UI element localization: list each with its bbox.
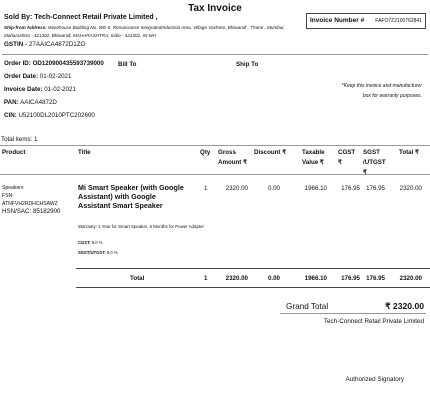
order-date-label: Order Date: (4, 73, 39, 80)
order-date: Order Date: 01-02-2021 (4, 73, 71, 80)
warranty-text: Warranty: 1 Year for Smart Speaker, 6 Mo… (78, 224, 205, 229)
grand-total-rule (280, 313, 426, 314)
grand-total-value: ₹ 2320.00 (385, 301, 424, 311)
table-top-rule (0, 145, 430, 146)
col-taxable: Taxable Value ₹ (302, 149, 325, 166)
cgst-rate: CGST: 9.0 % (78, 240, 102, 245)
totals-bottom-rule (76, 287, 430, 288)
total-items: Total items: 1 (1, 136, 38, 143)
cgst-rate-label: CGST: (78, 240, 91, 245)
totals-gross: 2320.00 (225, 275, 248, 282)
row-taxable: 1966.10 (304, 185, 327, 192)
cin-label: CIN: (4, 112, 17, 119)
table-header-rule (0, 174, 430, 175)
col-cgst: CGST ₹ (338, 149, 356, 166)
order-id: Order ID: OD120900435593739000 (4, 60, 104, 67)
gstin-label: GSTIN - (4, 41, 28, 48)
hsn: HSN/SAC: 85182900 (2, 208, 61, 215)
row-total: 2320.00 (399, 185, 422, 192)
invoice-number-box: Invoice Number # FAFO7Z2100762841 (306, 13, 426, 29)
ship-from-address: Ship-from Address: Warehouse Building No… (4, 24, 304, 40)
header-divider (2, 54, 428, 55)
invoice-date-label: Invoice Date: (4, 86, 43, 93)
col-title: Title (78, 149, 91, 156)
ship-to-label: Ship To (236, 61, 259, 68)
authorized-signatory: Authorized Signatory (345, 376, 404, 383)
totals-sgst: 176.95 (366, 275, 385, 282)
totals-label: Total (130, 275, 145, 282)
totals-cgst: 176.95 (341, 275, 360, 282)
col-qty: Qty (200, 149, 211, 156)
cgst-rate-value: 9.0 % (91, 240, 103, 245)
invoice-number-value: FAFO7Z2100762841 (375, 18, 422, 24)
gstin: GSTIN - 27AAICA4872D1ZO (4, 41, 86, 48)
totals-taxable: 1966.10 (304, 275, 327, 282)
sold-by: Sold By: Tech-Connect Retail Private Lim… (4, 14, 158, 21)
row-sgst: 176.95 (366, 185, 385, 192)
invoice-date-value: 01-02-2021 (44, 86, 76, 93)
bill-to-label: Bill To (118, 61, 137, 68)
sgst-rate: SGST/UTGST: 9.0 % (78, 250, 118, 255)
row-qty: 1 (204, 185, 208, 192)
pan-value: AAICA4872D (20, 99, 57, 106)
warranty-note: *Keep this invoice and manufacturer box … (341, 83, 422, 99)
order-date-value: 01-02-2021 (39, 73, 72, 80)
order-id-label: Order ID: (4, 60, 31, 67)
seller-name: Tech-Connect Retail Private Limited (323, 318, 424, 325)
cin-value: U52100DL2010PTC202600 (18, 112, 95, 119)
ship-from-value: Warehouse Building No. WE-II, Renaissanc… (4, 25, 285, 38)
totals-discount: 0.00 (267, 275, 280, 282)
sgst-rate-value: 9.0 % (106, 250, 118, 255)
row-cgst: 176.95 (341, 185, 360, 192)
order-id-value: OD120900435593739000 (32, 60, 104, 67)
invoice-number-label: Invoice Number # (310, 17, 365, 24)
product-title: Mi Smart Speaker (with Google Assistant)… (78, 183, 184, 211)
row-discount: 0.00 (267, 185, 280, 192)
invoice-date: Invoice Date: 01-02-2021 (4, 86, 76, 93)
fsn-value: ATNFVH2RDHCHSAWZ (2, 201, 58, 207)
product-category: Speakers (2, 185, 24, 191)
product-info: Speakers FSN: ATNFVH2RDHCHSAWZ HSN/SAC: … (2, 184, 60, 216)
pan-label: PAN: (4, 99, 19, 106)
col-product: Product (2, 149, 26, 156)
fsn-label: FSN: (2, 193, 14, 199)
gstin-value: 27AAICA4872D1ZO (28, 41, 86, 48)
col-gross: Gross Amount ₹ (218, 149, 248, 166)
ship-from-label: Ship-from Address: (4, 25, 47, 30)
col-discount: Discount ₹ (254, 149, 287, 156)
cin: CIN: U52100DL2010PTC202600 (4, 112, 95, 119)
sgst-rate-label: SGST/UTGST: (78, 250, 106, 255)
col-total: Total ₹ (399, 149, 419, 156)
pan: PAN: AAICA4872D (4, 99, 57, 106)
totals-total: 2320.00 (399, 275, 422, 282)
totals-qty: 1 (204, 275, 208, 282)
totals-top-rule (76, 268, 430, 269)
row-gross: 2320.00 (225, 185, 248, 192)
